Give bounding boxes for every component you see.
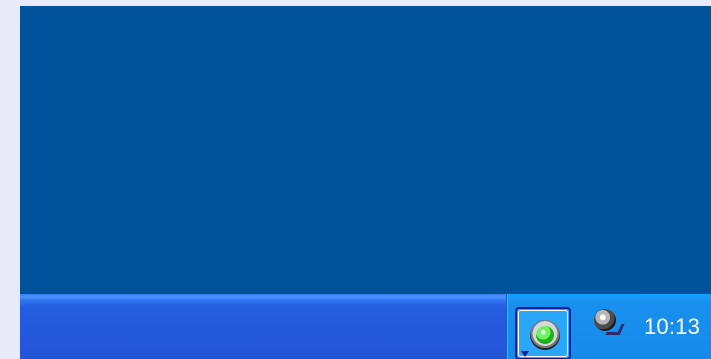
screen: 10:13 [20,6,711,359]
desktop [20,6,711,293]
taskbar[interactable]: 10:13 [20,293,711,359]
speaker-icon[interactable] [591,306,625,340]
focus-indicator-icon [521,351,529,357]
system-tray[interactable]: 10:13 [506,294,711,359]
taskbar-clock[interactable]: 10:13 [644,312,704,342]
green-status-icon [530,320,560,350]
